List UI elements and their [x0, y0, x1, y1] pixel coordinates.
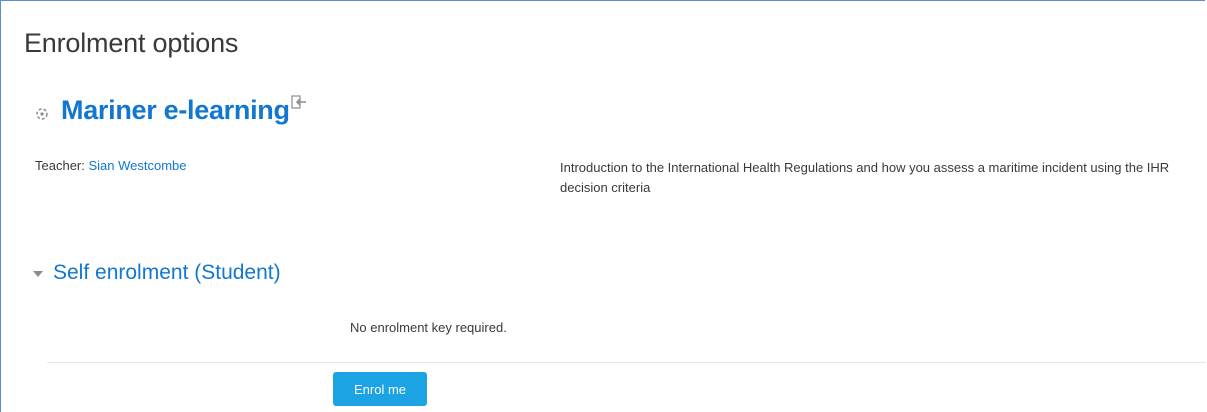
enrol-me-button[interactable]: Enrol me: [333, 372, 427, 406]
divider: [47, 362, 1206, 363]
enter-course-icon[interactable]: [291, 95, 307, 109]
teacher-label: Teacher:: [35, 158, 89, 173]
teacher-link[interactable]: Sian Westcombe: [88, 158, 186, 173]
page-title: Enrolment options: [24, 28, 239, 58]
teacher-info: Teacher: Sian Westcombe: [35, 158, 187, 173]
course-name-link[interactable]: Mariner e-learning: [61, 95, 290, 126]
course-summary: Introduction to the International Health…: [560, 160, 1170, 195]
no-key-message: No enrolment key required.: [350, 320, 507, 335]
course-icon: [36, 108, 48, 120]
section-title[interactable]: Self enrolment (Student): [53, 261, 281, 285]
chevron-down-icon[interactable]: [33, 271, 43, 277]
content-region: Enrolment options Mariner e-learning Tea…: [0, 0, 1206, 412]
self-enrolment-header[interactable]: Self enrolment (Student): [33, 261, 281, 285]
